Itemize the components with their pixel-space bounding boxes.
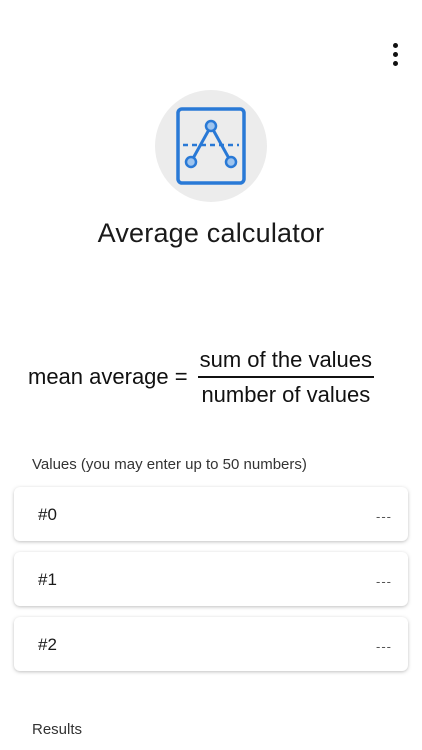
more-options-button[interactable] (382, 40, 408, 68)
value-input-2[interactable]: #2 --- (14, 617, 408, 671)
value-input-1[interactable]: #1 --- (14, 552, 408, 606)
formula-fraction: sum of the values number of values (197, 346, 375, 408)
value-input-0[interactable]: #0 --- (14, 487, 408, 541)
mean-chart-icon (176, 107, 246, 185)
value-index-label: #0 (38, 505, 57, 524)
more-vert-icon (392, 42, 398, 48)
value-index-label: #1 (38, 570, 57, 589)
app-logo (155, 90, 267, 202)
value-placeholder: --- (376, 509, 392, 524)
formula-numerator: sum of the values (199, 346, 373, 372)
formula-denominator: number of values (201, 381, 371, 407)
values-section-label: Values (you may enter up to 50 numbers) (32, 456, 307, 473)
results-section-label: Results (32, 721, 83, 738)
value-index-label: #2 (38, 635, 57, 654)
value-placeholder: --- (376, 574, 392, 589)
mean-formula: mean average = sum of the values number … (28, 344, 398, 410)
value-placeholder: --- (376, 639, 392, 654)
page-title: Average calculator (97, 218, 325, 248)
formula-lhs: mean average = (28, 364, 188, 389)
